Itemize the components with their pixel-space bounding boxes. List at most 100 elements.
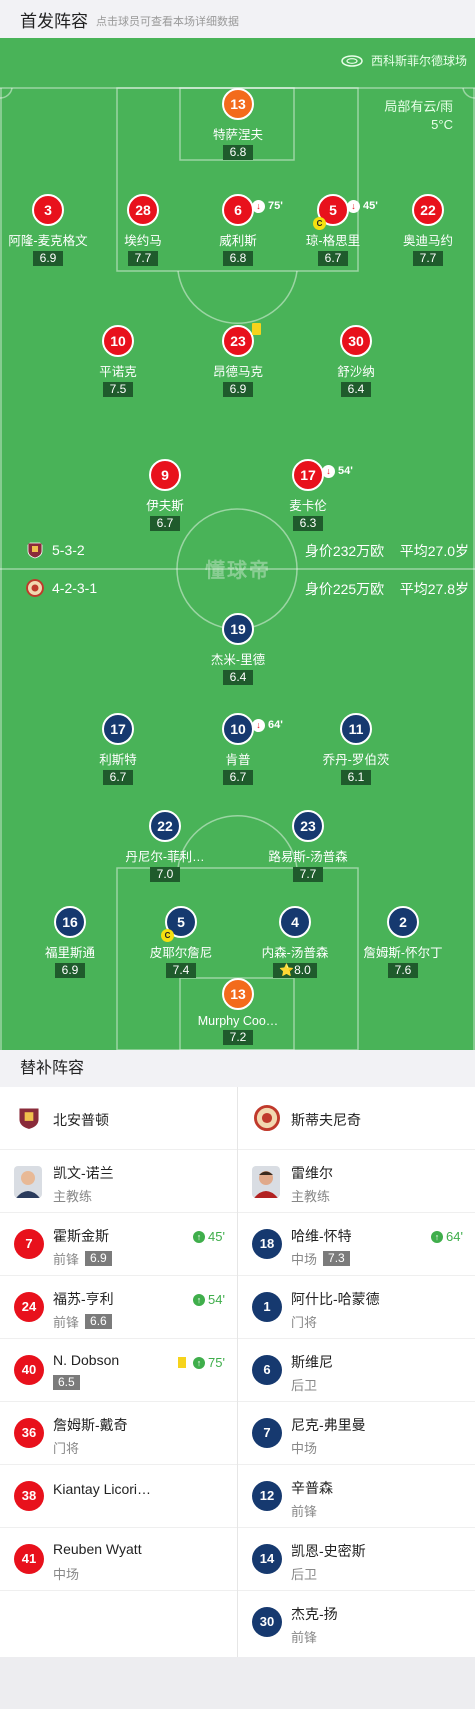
player-rating: 6.4	[223, 670, 253, 685]
sub-minute: 64'	[268, 719, 283, 731]
player-name: 威利斯	[219, 234, 257, 248]
away-subs-column: 斯蒂夫尼奇 雷维尔 主教练 18 哈维-怀特 中场 7.3 ↑ 64' 1 阿什比-…	[238, 1087, 475, 1654]
player-number: 19	[222, 613, 254, 645]
player-number: 22	[149, 810, 181, 842]
sub-position: 后卫	[291, 1378, 318, 1393]
player-number: 10	[102, 325, 134, 357]
player-rating: 6.7	[103, 770, 133, 785]
sub-on-icon: ↑	[431, 1230, 444, 1243]
sub-minute: 45'	[208, 1229, 225, 1244]
team-value: 身价232万欧	[304, 543, 385, 559]
home-player-def-1[interactable]: 3 阿隆-麦克格文 6.9	[0, 194, 98, 267]
home-player-gk[interactable]: 13 特萨涅夫 6.8	[188, 88, 288, 161]
away-player-dm-1[interactable]: 22 丹尼尔-菲利… 7.0	[115, 810, 215, 883]
player-name: 阿隆-麦克格文	[8, 234, 88, 248]
away-team-row[interactable]: 斯蒂夫尼奇	[238, 1087, 475, 1150]
home-player-mid-3[interactable]: 30 舒沙纳 6.4	[306, 325, 406, 398]
away-player-def-4[interactable]: 2 詹姆斯-怀尔丁 7.6	[353, 906, 453, 979]
player-rating: 7.6	[388, 963, 418, 978]
pitch: 西科斯菲尔德球场 局部有云/雨 5°C 懂球帝 13 特萨涅夫 6.8 3 阿隆…	[0, 38, 475, 1050]
sub-name: Kiantay Licori…	[53, 1481, 152, 1497]
sub-number: 38	[14, 1481, 44, 1511]
player-name: 福里斯通	[44, 946, 95, 960]
player-number: 16	[54, 906, 86, 938]
sub-position: 前锋	[291, 1630, 318, 1645]
player-rating: 6.4	[341, 382, 371, 397]
away-sub-row[interactable]: 7 尼克-弗里曼 中场	[238, 1402, 475, 1465]
coach-avatar	[14, 1166, 42, 1198]
player-rating: 7.4	[166, 963, 196, 978]
sub-position: 中场 7.3	[291, 1249, 350, 1268]
sub-name: 凯恩-史密斯	[291, 1543, 366, 1559]
home-sub-row[interactable]: 7 霍斯金斯 前锋 6.9 ↑ 45'	[0, 1213, 237, 1276]
team-name: 斯蒂夫尼奇	[291, 1112, 361, 1128]
home-sub-row[interactable]: 36 詹姆斯-戴奇 门将	[0, 1402, 237, 1465]
home-coach-row[interactable]: 凯文-诺兰 主教练	[0, 1150, 237, 1213]
away-player-am-1[interactable]: 17 利斯特 6.7	[68, 713, 168, 786]
home-team-row[interactable]: 北安普顿	[0, 1087, 237, 1150]
player-number: 30	[340, 325, 372, 357]
away-player-dm-2[interactable]: 23 路易斯-汤普森 7.7	[258, 810, 358, 883]
home-sub-row[interactable]: 41 Reuben Wyatt 中场	[0, 1528, 237, 1591]
home-sub-row[interactable]: 24 福苏-亨利 前锋 6.6 ↑ 54'	[0, 1276, 237, 1339]
away-sub-row[interactable]: 30 杰克-扬 前锋	[238, 1591, 475, 1654]
home-player-mid-1[interactable]: 10 平诺克 7.5	[68, 325, 168, 398]
player-name: 奥迪马约	[402, 234, 453, 248]
away-player-def-2[interactable]: 5 C 皮耶尔詹尼 7.4	[131, 906, 231, 979]
coach-role: 主教练	[53, 1189, 93, 1204]
captain-badge: C	[313, 217, 326, 230]
away-sub-row[interactable]: 6 斯维尼 后卫	[238, 1339, 475, 1402]
player-rating: 7.0	[150, 867, 180, 882]
temperature: 5°C	[431, 117, 453, 132]
formation-text: 5-3-2	[52, 542, 85, 558]
home-player-def-5[interactable]: 22 奥迪马约 7.7	[378, 194, 475, 267]
position-text: 前锋	[53, 1252, 80, 1267]
away-sub-row[interactable]: 12 辛普森 前锋	[238, 1465, 475, 1528]
sub-off-event: ↓ 64'	[252, 711, 283, 739]
page-title: 首发阵容	[20, 11, 88, 31]
home-subs-column: 北安普顿 凯文-诺兰 主教练 7 霍斯金斯 前锋 6.9 ↑ 45' 24 福苏-亨…	[0, 1087, 237, 1591]
sub-number: 30	[252, 1607, 282, 1637]
player-name: 肯普	[225, 753, 251, 767]
player-name: 皮耶尔詹尼	[149, 946, 213, 960]
player-name: 麦卡伦	[289, 499, 327, 513]
home-player-fw-1[interactable]: 9 伊夫斯 6.7	[115, 459, 215, 532]
away-player-am-2[interactable]: 10 ↓ 64' 肯普 6.7	[188, 713, 288, 786]
sub-name: N. Dobson	[53, 1352, 120, 1368]
home-player-fw-2[interactable]: 17 ↓ 54' 麦卡伦 6.3	[258, 459, 358, 532]
player-number: 6 ↓ 75'	[222, 194, 283, 226]
subs-title: 替补阵容	[0, 1050, 475, 1087]
away-sub-row[interactable]: 1 阿什比-哈蒙德 门将	[238, 1276, 475, 1339]
home-player-def-4[interactable]: 5 ↓ 45' C 琼-格思里 6.7	[283, 194, 383, 267]
sub-position: 后卫	[291, 1567, 318, 1582]
away-player-gk[interactable]: 13 Murphy Coo… 7.2	[188, 978, 288, 1046]
away-team-stats: 身价225万欧 平均27.8岁	[305, 579, 469, 599]
sub-on-icon: ↑	[193, 1293, 206, 1306]
home-player-mid-2[interactable]: 23 昂德马克 6.9	[188, 323, 288, 398]
away-coach-row[interactable]: 雷维尔 主教练	[238, 1150, 475, 1213]
away-player-def-1[interactable]: 16 福里斯通 6.9	[20, 906, 120, 979]
home-sub-row[interactable]: 38 Kiantay Licori…	[0, 1465, 237, 1528]
sub-minute: 75'	[268, 200, 283, 212]
lineup-header: 首发阵容 点击球员可查看本场详细数据	[0, 0, 475, 38]
player-name: 特萨涅夫	[212, 128, 263, 142]
home-sub-row[interactable]: 40 N. Dobson 6.5 ↑ 75'	[0, 1339, 237, 1402]
away-player-am-3[interactable]: 11 乔丹-罗伯茨 6.1	[306, 713, 406, 786]
player-name: 利斯特	[99, 753, 137, 767]
player-rating: ⭐8.0	[273, 963, 317, 978]
player-name: Murphy Coo…	[197, 1014, 279, 1028]
home-player-def-3[interactable]: 6 ↓ 75' 威利斯 6.8	[188, 194, 288, 267]
away-player-def-3[interactable]: 4 内森-汤普森 ⭐8.0	[245, 906, 345, 979]
position-text: 中场	[291, 1252, 318, 1267]
away-sub-row[interactable]: 14 凯恩-史密斯 后卫	[238, 1528, 475, 1591]
team-value: 身价225万欧	[304, 581, 385, 597]
player-name: 平诺克	[99, 365, 137, 379]
home-player-def-2[interactable]: 28 埃约马 7.7	[93, 194, 193, 267]
player-rating: 7.5	[103, 382, 133, 397]
away-sub-row[interactable]: 18 哈维-怀特 中场 7.3 ↑ 64'	[238, 1213, 475, 1276]
sub-position: 中场	[291, 1441, 318, 1456]
sub-minute: 45'	[363, 200, 378, 212]
sub-number: 41	[14, 1544, 44, 1574]
yellow-card-icon	[178, 1357, 187, 1368]
away-player-fw[interactable]: 19 杰米-里德 6.4	[188, 613, 288, 686]
